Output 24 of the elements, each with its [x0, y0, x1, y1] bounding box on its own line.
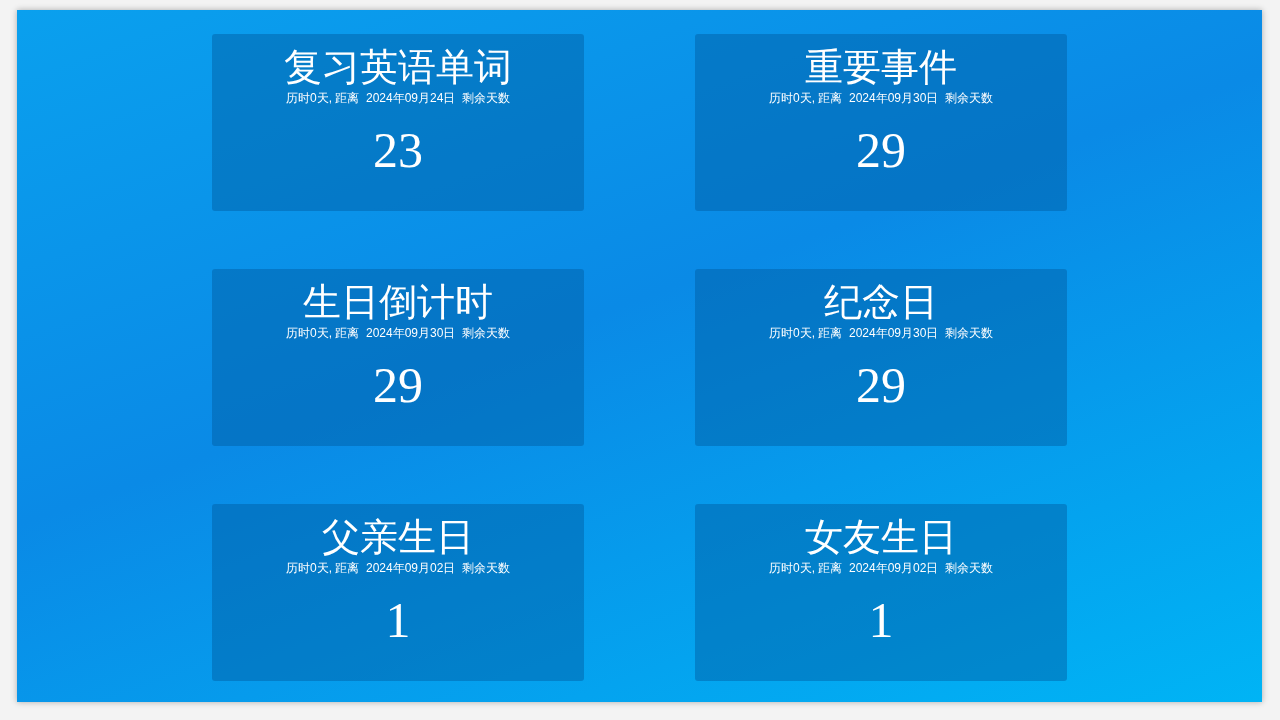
countdown-card[interactable]: 复习英语单词 历时0天, 距离 2024年09月24日 剩余天数 23 [212, 34, 584, 211]
countdown-card[interactable]: 重要事件 历时0天, 距离 2024年09月30日 剩余天数 29 [695, 34, 1067, 211]
card-title: 父亲生日 [322, 515, 474, 560]
card-subtitle: 历时0天, 距离 2024年09月02日 剩余天数 [285, 560, 511, 576]
days-remaining: 1 [868, 592, 894, 648]
countdown-card[interactable]: 父亲生日 历时0天, 距离 2024年09月02日 剩余天数 1 [212, 504, 584, 681]
card-title: 复习英语单词 [284, 45, 512, 90]
days-remaining: 1 [385, 592, 411, 648]
countdown-card[interactable]: 女友生日 历时0天, 距离 2024年09月02日 剩余天数 1 [695, 504, 1067, 681]
card-title: 女友生日 [805, 515, 957, 560]
countdown-card[interactable]: 生日倒计时 历时0天, 距离 2024年09月30日 剩余天数 29 [212, 269, 584, 446]
card-subtitle: 历时0天, 距离 2024年09月02日 剩余天数 [768, 560, 994, 576]
days-remaining: 29 [856, 357, 906, 413]
card-subtitle: 历时0天, 距离 2024年09月30日 剩余天数 [768, 90, 994, 106]
card-subtitle: 历时0天, 距离 2024年09月30日 剩余天数 [285, 325, 511, 341]
card-subtitle: 历时0天, 距离 2024年09月24日 剩余天数 [285, 90, 511, 106]
days-remaining: 23 [373, 122, 423, 178]
countdown-card[interactable]: 纪念日 历时0天, 距离 2024年09月30日 剩余天数 29 [695, 269, 1067, 446]
days-remaining: 29 [856, 122, 906, 178]
card-title: 生日倒计时 [303, 280, 493, 325]
card-subtitle: 历时0天, 距离 2024年09月30日 剩余天数 [768, 325, 994, 341]
days-remaining: 29 [373, 357, 423, 413]
card-title: 重要事件 [805, 45, 957, 90]
card-title: 纪念日 [824, 280, 938, 325]
